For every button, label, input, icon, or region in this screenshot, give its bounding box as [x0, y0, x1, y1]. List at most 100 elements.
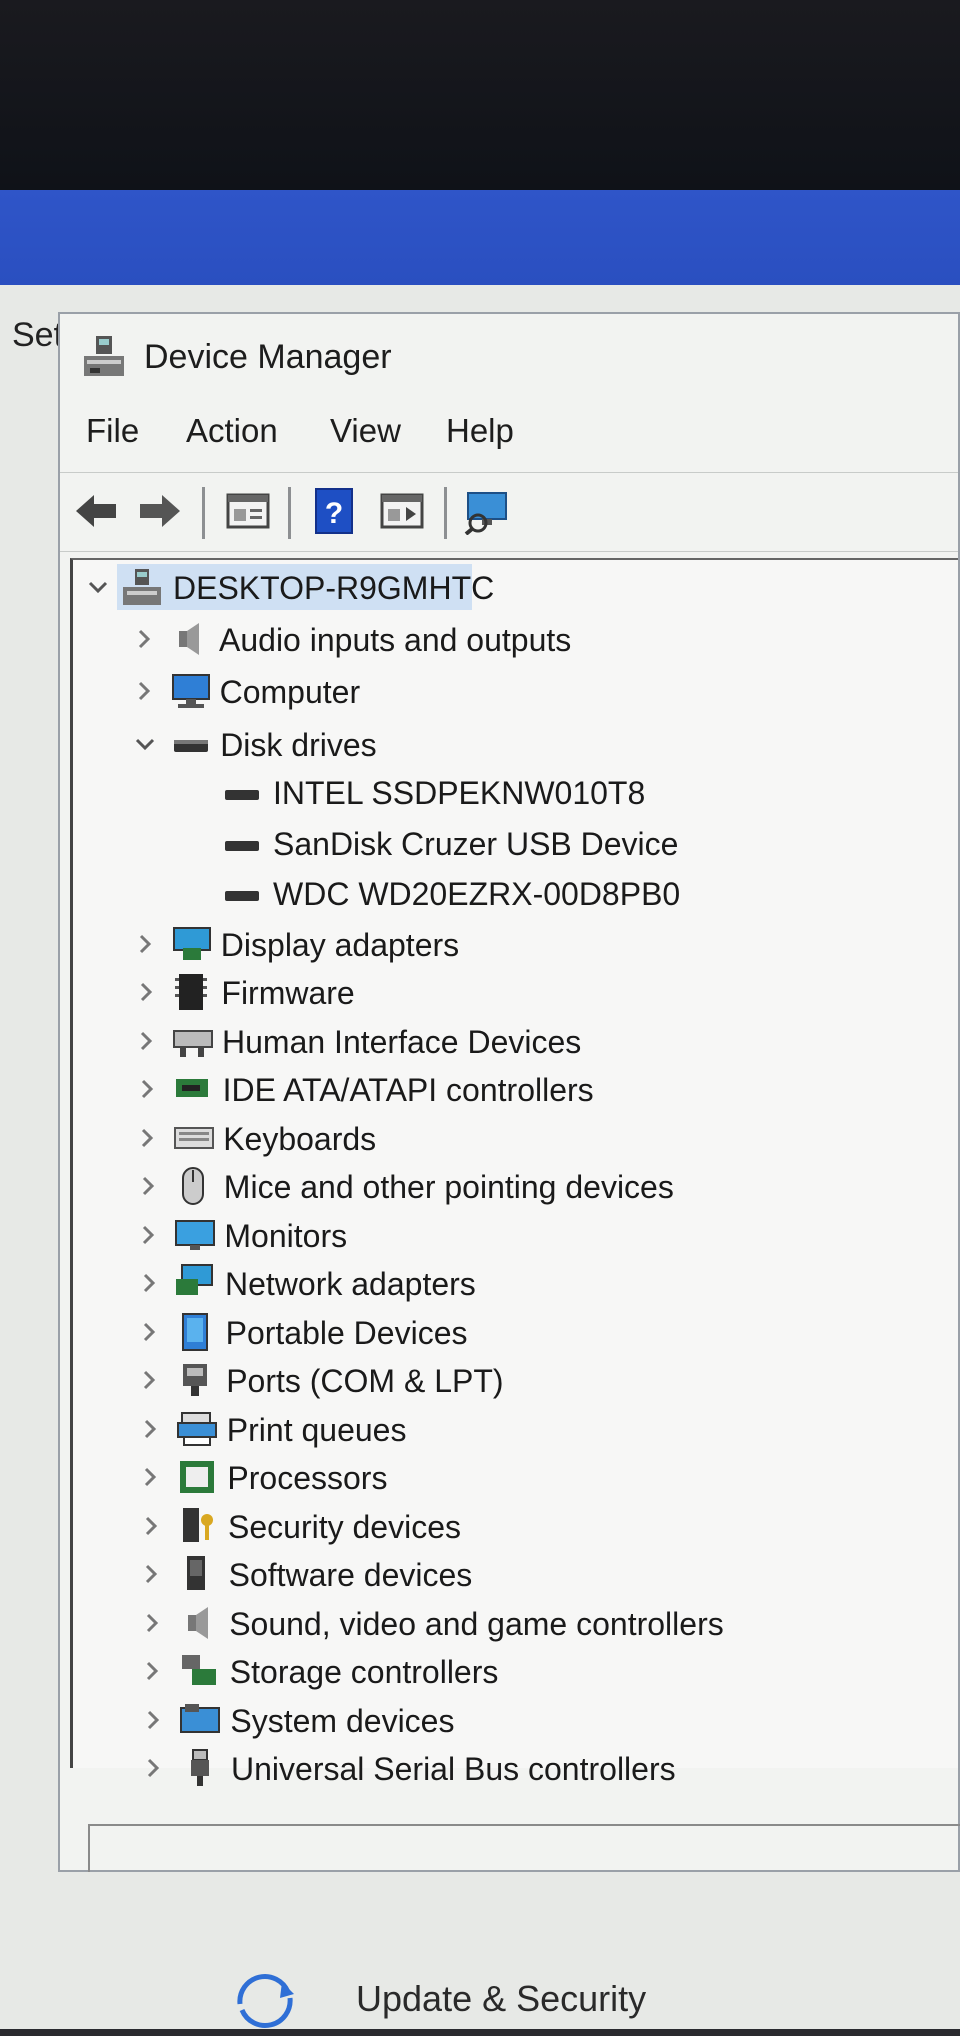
mouse-icon — [182, 1167, 204, 1205]
system-device-icon — [179, 1703, 220, 1733]
tree-disk-drive-item[interactable]: SanDisk Cruzer USB Device — [73, 820, 933, 866]
chevron-right-icon[interactable] — [138, 1321, 160, 1343]
chevron-right-icon[interactable] — [138, 1272, 160, 1294]
scan-hardware-icon[interactable] — [464, 487, 512, 535]
tree-category-computer[interactable]: Computer — [73, 668, 933, 714]
display-adapter-icon — [172, 926, 211, 960]
update-driver-icon[interactable] — [378, 487, 426, 535]
menu-file[interactable]: File — [86, 412, 139, 450]
processor-icon — [180, 1461, 214, 1493]
menu-help[interactable]: Help — [446, 412, 514, 450]
disk-drive-label: SanDisk Cruzer USB Device — [273, 825, 679, 862]
tree-category-security-devices[interactable]: Security devices — [73, 1503, 933, 1549]
keyboard-icon — [173, 1126, 214, 1149]
tree-category-software-devices[interactable]: Software devices — [73, 1551, 933, 1597]
software-device-icon — [187, 1556, 205, 1590]
menu-view[interactable]: View — [330, 412, 401, 450]
back-arrow-icon[interactable] — [72, 487, 120, 535]
chevron-down-icon[interactable] — [134, 733, 156, 755]
help-icon[interactable]: ? — [310, 487, 358, 535]
tree-disk-drive-item[interactable]: INTEL SSDPEKNW010T8 — [73, 769, 933, 815]
speaker-icon — [179, 622, 199, 655]
chevron-right-icon[interactable] — [134, 933, 156, 955]
chevron-right-icon[interactable] — [141, 1612, 163, 1634]
tree-category-firmware[interactable]: Firmware — [73, 969, 933, 1015]
update-security-item[interactable]: Update & Security — [230, 1960, 930, 2030]
tree-category-label: System devices — [230, 1702, 455, 1739]
tree-category-processors[interactable]: Processors — [73, 1454, 933, 1500]
chevron-right-icon[interactable] — [140, 1563, 162, 1585]
chevron-down-icon[interactable] — [87, 576, 109, 598]
tree-category-keyboards[interactable]: Keyboards — [73, 1115, 933, 1161]
usb-icon — [191, 1749, 209, 1786]
ide-controller-icon — [176, 1079, 208, 1097]
tree-category-audio-inputs-and-outputs[interactable]: Audio inputs and outputs — [73, 616, 933, 662]
chevron-right-icon[interactable] — [135, 981, 157, 1003]
window-title: Device Manager — [144, 338, 392, 376]
tree-category-monitors[interactable]: Monitors — [73, 1212, 933, 1258]
chevron-right-icon[interactable] — [141, 1660, 163, 1682]
tree-category-sound-video-and-game-controllers[interactable]: Sound, video and game controllers — [73, 1600, 933, 1646]
chevron-right-icon[interactable] — [142, 1709, 164, 1731]
tree-category-label: Universal Serial Bus controllers — [231, 1751, 676, 1787]
chevron-right-icon[interactable] — [136, 1078, 158, 1100]
disk-drive-label: INTEL SSDPEKNW010T8 — [273, 775, 646, 811]
tree-category-storage-controllers[interactable]: Storage controllers — [73, 1648, 933, 1694]
disk-drive-icon — [174, 739, 208, 752]
tree-category-system-devices[interactable]: System devices — [73, 1697, 933, 1743]
disk-drive-icon — [225, 891, 259, 901]
disk-drive-icon — [225, 840, 259, 851]
tree-root-computer[interactable]: DESKTOP-R9GMHTC — [73, 564, 933, 610]
storage-controller-icon — [182, 1655, 216, 1685]
chevron-right-icon[interactable] — [136, 1127, 158, 1149]
security-device-icon — [182, 1507, 213, 1542]
hid-icon — [172, 1029, 213, 1057]
toolbar: ? — [60, 472, 958, 552]
device-manager-window: Device Manager File Action View Help ? D… — [58, 312, 960, 1872]
chevron-right-icon[interactable] — [133, 680, 155, 702]
chevron-right-icon[interactable] — [133, 628, 155, 650]
tree-disk-drive-item[interactable]: WDC WD20EZRX-00D8PB0 — [73, 870, 933, 916]
chevron-right-icon[interactable] — [142, 1757, 164, 1779]
tree-category-label: Print queues — [226, 1411, 407, 1448]
tree-category-mice-and-other-pointing-devices[interactable]: Mice and other pointing devices — [73, 1163, 933, 1209]
chevron-right-icon[interactable] — [139, 1418, 161, 1440]
properties-icon[interactable] — [224, 487, 272, 535]
menu-action[interactable]: Action — [186, 412, 278, 450]
toolbar-separator — [288, 487, 291, 539]
tree-category-label: Network adapters — [225, 1266, 476, 1302]
tree-category-label: Display adapters — [220, 926, 460, 963]
tree-category-label: IDE ATA/ATAPI controllers — [222, 1072, 594, 1108]
tree-category-label: Monitors — [224, 1217, 348, 1254]
tree-category-label: Keyboards — [223, 1120, 377, 1157]
chevron-right-icon[interactable] — [140, 1515, 162, 1537]
tree-category-display-adapters[interactable]: Display adapters — [73, 921, 933, 967]
tree-category-disk-drives[interactable]: Disk drives — [73, 721, 933, 767]
tree-category-network-adapters[interactable]: Network adapters — [73, 1260, 933, 1306]
computer-root-icon — [123, 569, 161, 605]
tree-category-print-queues[interactable]: Print queues — [73, 1406, 933, 1452]
tree-category-portable-devices[interactable]: Portable Devices — [73, 1309, 933, 1355]
port-icon — [183, 1364, 207, 1396]
tree-category-label: Disk drives — [220, 726, 377, 763]
tree-category-ports-com-lpt[interactable]: Ports (COM & LPT) — [73, 1357, 933, 1403]
svg-text:?: ? — [325, 497, 343, 530]
printer-icon — [176, 1411, 217, 1446]
forward-arrow-icon[interactable] — [136, 487, 184, 535]
chevron-right-icon[interactable] — [139, 1466, 161, 1488]
chevron-right-icon[interactable] — [138, 1369, 160, 1391]
chevron-right-icon[interactable] — [137, 1175, 159, 1197]
disk-drive-label: WDC WD20EZRX-00D8PB0 — [273, 876, 681, 912]
update-sync-icon — [237, 1974, 294, 2028]
tree-category-label: Portable Devices — [225, 1314, 468, 1351]
tree-category-universal-serial-bus-controllers[interactable]: Universal Serial Bus controllers — [73, 1745, 933, 1791]
tree-category-ide-ata-atapi-controllers[interactable]: IDE ATA/ATAPI controllers — [73, 1066, 933, 1112]
toolbar-separator — [202, 487, 205, 539]
chevron-right-icon[interactable] — [137, 1224, 159, 1246]
status-bar — [88, 1824, 960, 1872]
tree-category-human-interface-devices[interactable]: Human Interface Devices — [73, 1018, 933, 1064]
chevron-right-icon[interactable] — [135, 1030, 157, 1052]
tree-category-label: Computer — [219, 674, 361, 710]
tree-category-label: Audio inputs and outputs — [219, 621, 572, 658]
monitor-icon — [174, 1219, 215, 1250]
